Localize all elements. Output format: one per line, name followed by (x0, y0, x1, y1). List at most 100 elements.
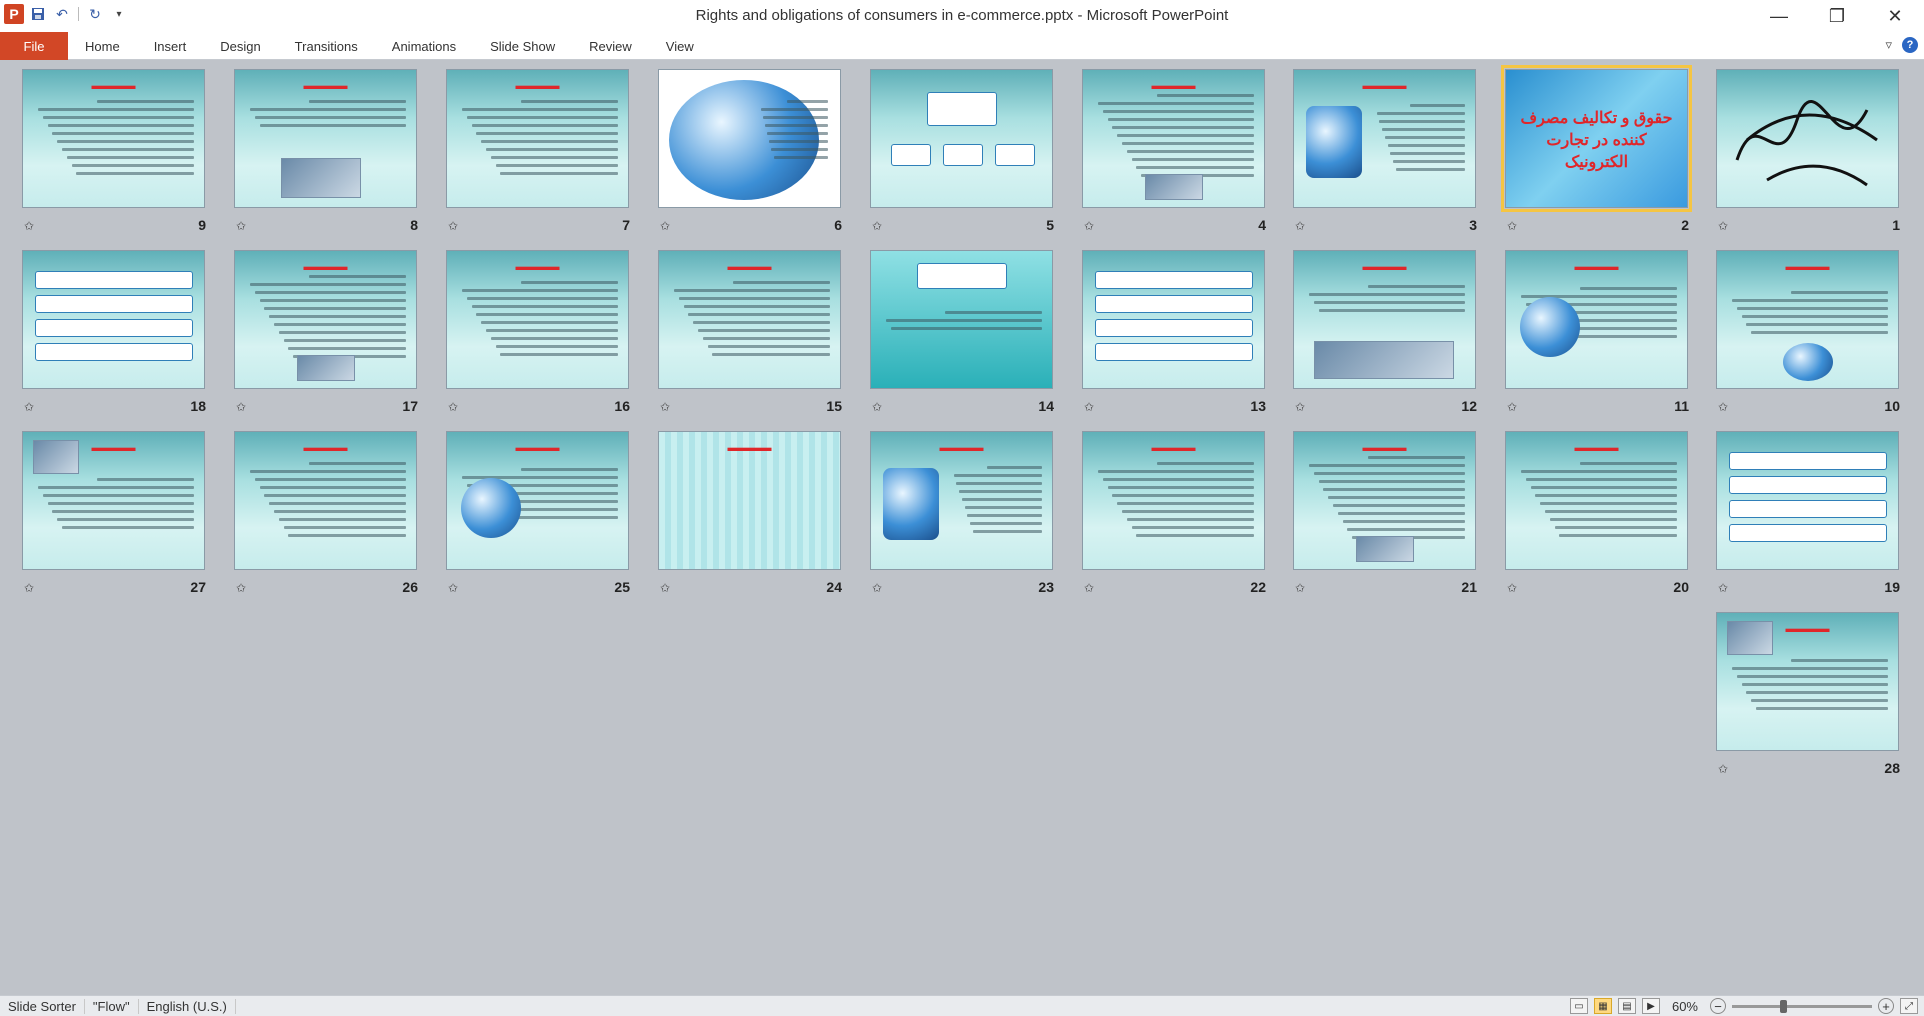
slide-preview[interactable]: ▬▬▬▬ (446, 69, 629, 208)
expand-ribbon-icon[interactable]: ▿ (1885, 37, 1892, 53)
slide-transition-icon[interactable]: ✩ (236, 581, 246, 595)
slide-thumbnail-16[interactable]: ▬▬▬▬ ✩ 16 (446, 250, 636, 422)
slide-thumbnail-27[interactable]: ▬▬▬▬ ✩ 27 (22, 431, 212, 603)
help-icon[interactable]: ? (1902, 37, 1918, 53)
slide-preview[interactable]: ▬▬▬▬ (446, 250, 629, 389)
slide-thumbnail-1[interactable]: ✩ 1 (1716, 69, 1906, 241)
tab-review[interactable]: Review (572, 32, 649, 60)
slide-transition-icon[interactable]: ✩ (24, 581, 34, 595)
slide-preview[interactable]: ▬▬▬▬ (1505, 250, 1688, 389)
slide-preview[interactable]: ▬▬▬▬ (1293, 250, 1476, 389)
save-icon[interactable] (28, 4, 48, 24)
slide-transition-icon[interactable]: ✩ (660, 581, 670, 595)
slide-preview[interactable]: ▬▬▬▬ (234, 431, 417, 570)
zoom-slider-handle[interactable] (1780, 999, 1787, 1013)
slide-thumbnail-10[interactable]: ▬▬▬▬ ✩ 10 (1716, 250, 1906, 422)
tab-file[interactable]: File (0, 32, 68, 60)
slide-preview[interactable]: ▬▬▬▬ (1082, 69, 1265, 208)
slide-preview[interactable] (1716, 69, 1899, 208)
slide-thumbnail-2[interactable]: حقوق و تکالیف مصرف کننده در تجارت الکترو… (1501, 65, 1695, 241)
minimize-button[interactable]: — (1750, 0, 1808, 32)
slide-thumbnail-6[interactable]: ✩ 6 (658, 69, 848, 241)
slide-transition-icon[interactable]: ✩ (448, 400, 458, 414)
slide-transition-icon[interactable]: ✩ (24, 400, 34, 414)
status-language[interactable]: English (U.S.) (139, 998, 236, 1014)
slide-thumbnail-18[interactable]: ✩ 18 (22, 250, 212, 422)
slide-thumbnail-7[interactable]: ▬▬▬▬ ✩ 7 (446, 69, 636, 241)
slide-preview[interactable] (658, 69, 841, 208)
slide-transition-icon[interactable]: ✩ (236, 219, 246, 233)
slide-transition-icon[interactable]: ✩ (1295, 581, 1305, 595)
slide-show-button[interactable]: ▶ (1641, 998, 1660, 1014)
slide-transition-icon[interactable]: ✩ (1718, 581, 1728, 595)
tab-animations[interactable]: Animations (375, 32, 473, 60)
slide-thumbnail-25[interactable]: ▬▬▬▬ ✩ 25 (446, 431, 636, 603)
slide-transition-icon[interactable]: ✩ (1084, 219, 1094, 233)
slide-transition-icon[interactable]: ✩ (1507, 219, 1517, 233)
tab-design[interactable]: Design (203, 32, 277, 60)
slide-transition-icon[interactable]: ✩ (24, 219, 34, 233)
slide-transition-icon[interactable]: ✩ (872, 219, 882, 233)
reading-view-button[interactable]: ▤ (1617, 998, 1636, 1014)
slide-thumbnail-21[interactable]: ▬▬▬▬ ✩ 21 (1293, 431, 1483, 603)
slide-preview[interactable] (22, 250, 205, 389)
slide-preview[interactable] (1082, 250, 1265, 389)
slide-thumbnail-23[interactable]: ▬▬▬▬ ✩ 23 (870, 431, 1060, 603)
slide-thumbnail-14[interactable]: ✩ 14 (870, 250, 1060, 422)
slide-preview[interactable]: ▬▬▬▬ (1505, 431, 1688, 570)
tab-view[interactable]: View (649, 32, 711, 60)
slide-preview[interactable] (1716, 431, 1899, 570)
slide-preview[interactable]: ▬▬▬▬ (1293, 431, 1476, 570)
slide-thumbnail-28[interactable]: ▬▬▬▬ ✩ 28 (1716, 612, 1906, 784)
slide-transition-icon[interactable]: ✩ (1718, 219, 1728, 233)
slide-sorter-view-button[interactable]: ▦ (1593, 998, 1612, 1014)
slide-thumbnail-4[interactable]: ▬▬▬▬ ✩ 4 (1082, 69, 1272, 241)
normal-view-button[interactable]: ▭ (1569, 998, 1588, 1014)
zoom-in-button[interactable]: + (1878, 998, 1894, 1014)
slide-transition-icon[interactable]: ✩ (1295, 219, 1305, 233)
slide-transition-icon[interactable]: ✩ (1507, 400, 1517, 414)
slide-transition-icon[interactable]: ✩ (1295, 400, 1305, 414)
slide-transition-icon[interactable]: ✩ (872, 581, 882, 595)
slide-preview[interactable]: ▬▬▬▬ (1716, 612, 1899, 751)
slide-transition-icon[interactable]: ✩ (1718, 400, 1728, 414)
customize-toolbar-icon[interactable]: ▾ (109, 4, 129, 24)
slide-preview[interactable]: ▬▬▬▬ (234, 250, 417, 389)
slide-transition-icon[interactable]: ✩ (660, 400, 670, 414)
slide-transition-icon[interactable]: ✩ (1084, 581, 1094, 595)
redo-icon[interactable]: ↻ (85, 4, 105, 24)
slide-thumbnail-19[interactable]: ✩ 19 (1716, 431, 1906, 603)
slide-thumbnail-3[interactable]: ▬▬▬▬ ✩ 3 (1293, 69, 1483, 241)
slide-preview[interactable]: ▬▬▬▬ (22, 431, 205, 570)
slide-transition-icon[interactable]: ✩ (1507, 581, 1517, 595)
zoom-slider[interactable] (1732, 999, 1872, 1013)
slide-preview[interactable]: ▬▬▬▬ (1293, 69, 1476, 208)
zoom-level[interactable]: 60% (1672, 999, 1698, 1014)
slide-preview[interactable]: ▬▬▬▬ (870, 431, 1053, 570)
tab-insert[interactable]: Insert (137, 32, 204, 60)
slide-thumbnail-13[interactable]: ✩ 13 (1082, 250, 1272, 422)
slide-thumbnail-20[interactable]: ▬▬▬▬ ✩ 20 (1505, 431, 1695, 603)
slide-transition-icon[interactable]: ✩ (872, 400, 882, 414)
tab-transitions[interactable]: Transitions (278, 32, 375, 60)
slide-thumbnail-12[interactable]: ▬▬▬▬ ✩ 12 (1293, 250, 1483, 422)
close-button[interactable]: ✕ (1866, 0, 1924, 32)
slide-thumbnail-24[interactable]: ▬▬▬▬ ✩ 24 (658, 431, 848, 603)
slide-transition-icon[interactable]: ✩ (1718, 762, 1728, 776)
slide-thumbnail-22[interactable]: ▬▬▬▬ ✩ 22 (1082, 431, 1272, 603)
powerpoint-logo-icon[interactable]: P (4, 4, 24, 24)
slide-thumbnail-17[interactable]: ▬▬▬▬ ✩ 17 (234, 250, 424, 422)
status-theme-name[interactable]: "Flow" (85, 998, 139, 1014)
slide-preview[interactable]: ▬▬▬▬ (22, 69, 205, 208)
slide-transition-icon[interactable]: ✩ (660, 219, 670, 233)
undo-icon[interactable]: ↶ (52, 4, 72, 24)
slide-preview[interactable] (870, 69, 1053, 208)
restore-button[interactable]: ❐ (1808, 0, 1866, 32)
slide-thumbnail-11[interactable]: ▬▬▬▬ ✩ 11 (1505, 250, 1695, 422)
slide-preview[interactable]: ▬▬▬▬ (1716, 250, 1899, 389)
slide-preview[interactable]: حقوق و تکالیف مصرف کننده در تجارت الکترو… (1501, 65, 1692, 212)
slide-transition-icon[interactable]: ✩ (236, 400, 246, 414)
slide-preview[interactable]: ▬▬▬▬ (1082, 431, 1265, 570)
zoom-out-button[interactable]: − (1710, 998, 1726, 1014)
slide-transition-icon[interactable]: ✩ (1084, 400, 1094, 414)
